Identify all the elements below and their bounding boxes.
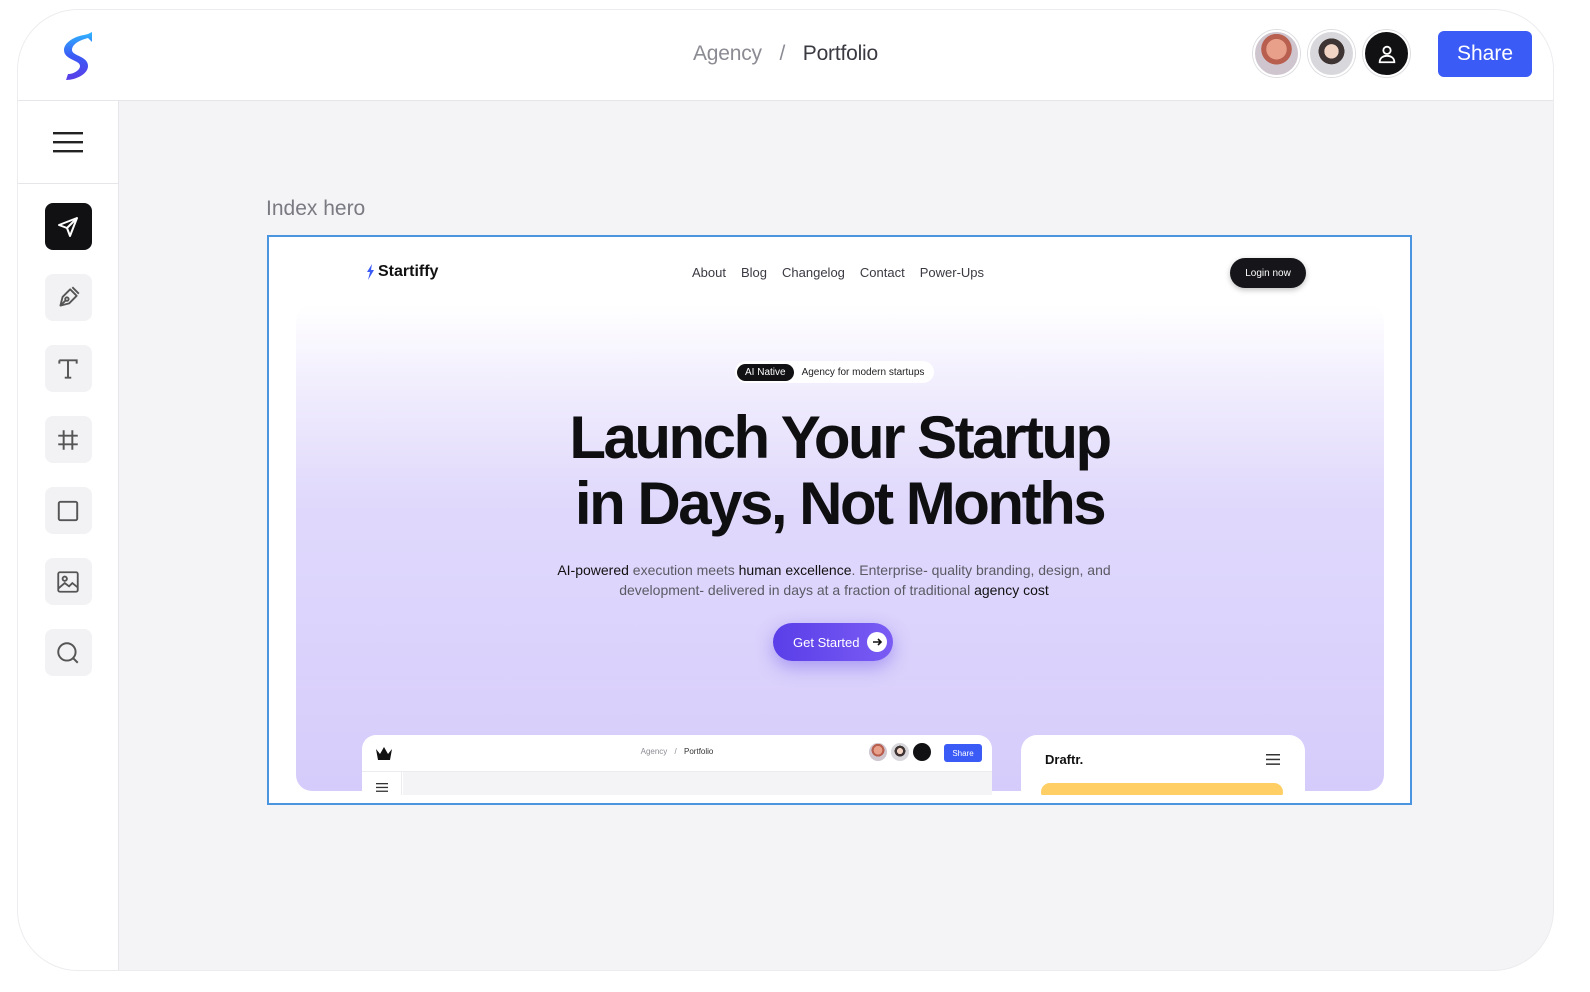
arrow-right-icon (867, 632, 888, 652)
image-icon (57, 570, 79, 593)
hamburger-menu-icon (375, 782, 388, 792)
avatar[interactable] (1253, 30, 1300, 77)
site-nav-power-ups[interactable]: Power-Ups (920, 265, 984, 280)
breadcrumb-separator: / (779, 42, 786, 65)
text-t-icon (58, 358, 78, 379)
preview-crumb-separator: / (674, 747, 677, 756)
site-brand: Startiffy (378, 263, 439, 280)
tool-move[interactable] (44, 203, 92, 250)
hero-badge: AI Native Agency for modern startups (735, 361, 935, 383)
subtext-strong-1: AI-powered (557, 562, 629, 578)
site-nav-about[interactable]: About (692, 265, 726, 280)
avatar[interactable] (1308, 30, 1355, 77)
search-icon (57, 641, 79, 663)
avatar (891, 743, 909, 761)
tool-list (18, 184, 118, 676)
headline-line-2: in Days, Not Months (574, 470, 1107, 537)
site-nav-changelog[interactable]: Changelog (782, 265, 845, 280)
cta-label: Get Started (793, 634, 860, 650)
avatar (913, 743, 931, 761)
subtext-strong-5: agency cost (974, 582, 1049, 598)
send-arrow-icon (58, 216, 78, 237)
subtext-strong-3: human excellence (738, 562, 852, 578)
draftr-highlight-bar (1041, 783, 1283, 795)
preview-sidebar (362, 772, 402, 795)
hamburger-menu-icon (1266, 754, 1280, 765)
tool-text[interactable] (44, 345, 92, 392)
hamburger-menu-icon (53, 132, 83, 153)
collaborator-avatars (1253, 30, 1410, 77)
bolt-logo-icon (367, 264, 374, 280)
top-bar: Agency / Portfolio Share (18, 10, 1553, 101)
breadcrumb-portfolio[interactable]: Portfolio (803, 42, 878, 65)
preview-crumb-portfolio: Portfolio (684, 747, 714, 756)
frame-label[interactable]: Index hero (266, 197, 365, 221)
tool-search[interactable] (44, 629, 92, 676)
login-button[interactable]: Login now (1230, 258, 1306, 288)
avatar[interactable] (1363, 30, 1410, 77)
breadcrumb-agency[interactable]: Agency (693, 42, 762, 65)
site-nav: About Blog Changelog Contact Power-Ups (692, 265, 984, 280)
hero-subtext: AI-powered execution meets human excelle… (539, 560, 1129, 600)
preview-draftr-card: Draftr. (1021, 735, 1305, 795)
headline-line-1: Launch Your Startup (569, 404, 1112, 471)
menu-toggle[interactable] (18, 101, 118, 184)
preview-avatars (869, 743, 931, 761)
site-nav-contact[interactable]: Contact (860, 265, 905, 280)
user-icon (1378, 45, 1395, 63)
subtext-part-2: execution meets (628, 562, 739, 578)
selected-frame-index-hero[interactable]: Startiffy About Blog Changelog Contact P… (267, 235, 1412, 805)
get-started-button[interactable]: Get Started (773, 623, 893, 661)
preview-canvas (403, 772, 992, 795)
tool-image[interactable] (44, 558, 92, 605)
hash-grid-icon (58, 429, 78, 450)
tool-frame[interactable] (44, 416, 92, 463)
tool-pen[interactable] (44, 274, 92, 321)
preview-crumb-agency: Agency (640, 747, 668, 756)
site-nav-blog[interactable]: Blog (741, 265, 767, 280)
preview-top-bar: Agency / Portfolio Share (362, 735, 992, 772)
share-button[interactable]: Share (1438, 31, 1532, 77)
pen-nib-icon (59, 286, 80, 307)
app-window: Agency / Portfolio Share Index hero Star… (18, 10, 1553, 970)
badge-pill: AI Native (737, 363, 794, 381)
badge-text: Agency for modern startups (801, 366, 925, 378)
hero-headline: Launch Your Startup in Days, Not Months (269, 405, 1410, 537)
preview-app-mockup: Agency / Portfolio Share (362, 735, 992, 795)
preview-share-button: Share (944, 744, 982, 762)
draftr-brand: Draftr. (1045, 752, 1084, 767)
tool-sidebar (18, 101, 119, 970)
avatar (869, 743, 887, 761)
site-logo[interactable]: Startiffy (365, 263, 438, 281)
tool-rectangle[interactable] (44, 487, 92, 534)
square-icon (57, 500, 79, 521)
